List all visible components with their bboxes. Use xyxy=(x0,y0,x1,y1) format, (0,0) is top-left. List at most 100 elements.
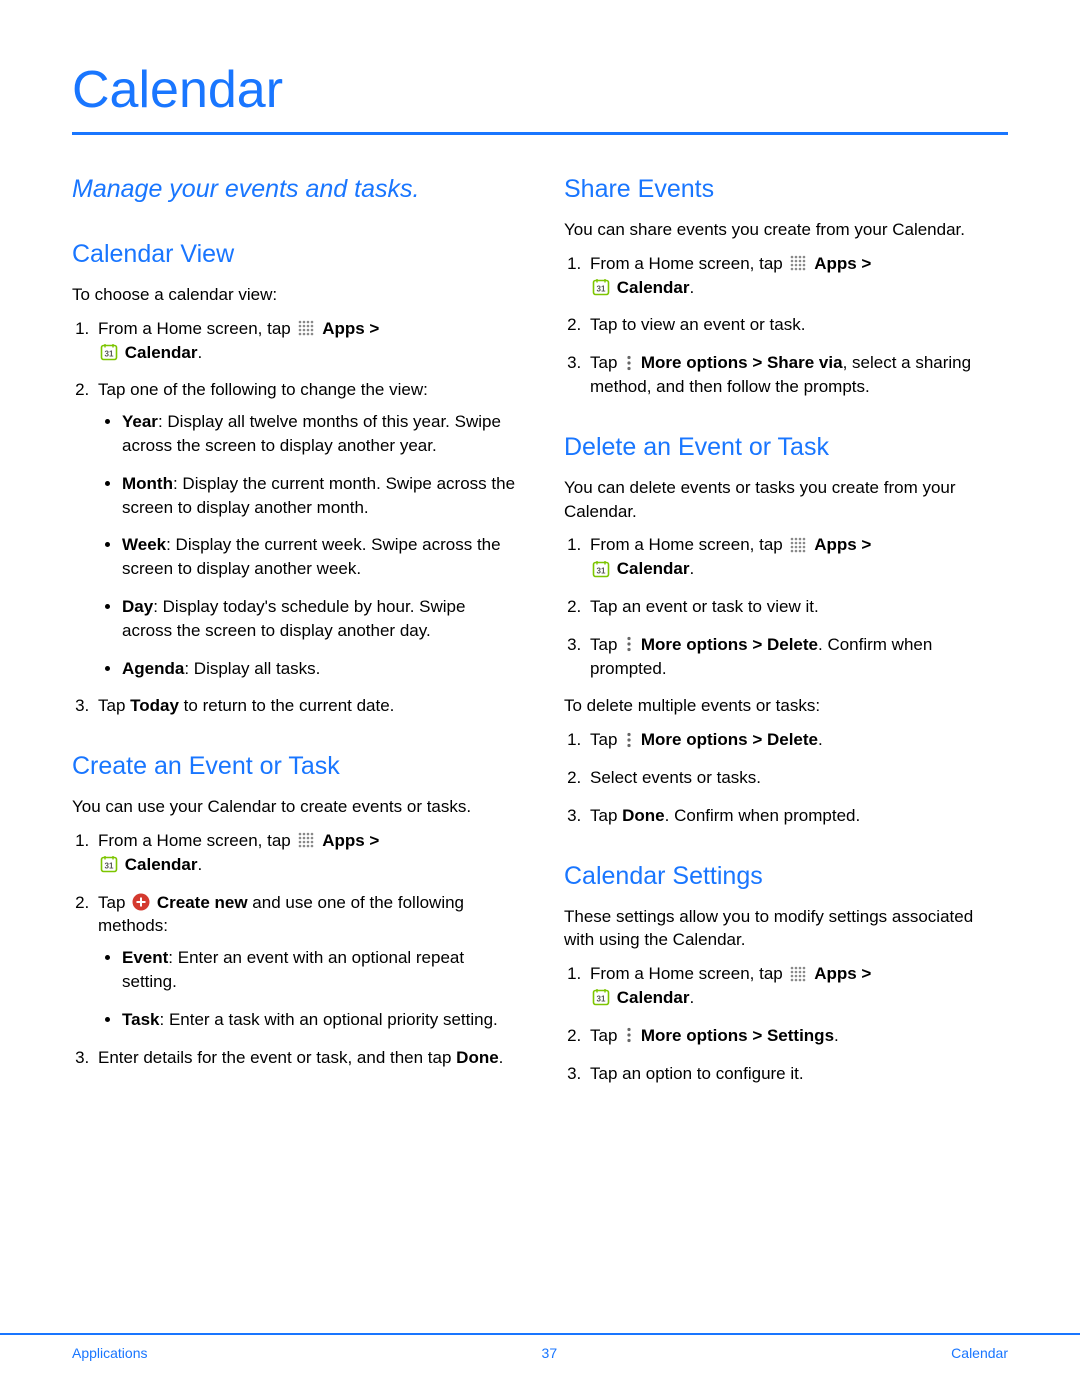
step: Tap to view an event or task. xyxy=(586,313,1008,337)
step: Tap Done. Confirm when prompted. xyxy=(586,804,1008,828)
text: : Display all twelve months of this year… xyxy=(122,412,501,455)
step: Tap More options > Delete. Confirm when … xyxy=(586,633,1008,681)
list-item: Year: Display all twelve months of this … xyxy=(122,410,516,458)
label: Apps xyxy=(814,535,857,554)
label: More options > Settings xyxy=(641,1026,834,1045)
label: Calendar xyxy=(617,988,690,1007)
list-item: Event: Enter an event with an optional r… xyxy=(122,946,516,994)
step: Tap More options > Settings. xyxy=(586,1024,1008,1048)
label: Year xyxy=(122,412,158,431)
label: Calendar xyxy=(125,343,198,362)
text: Tap xyxy=(590,806,622,825)
paragraph: You can share events you create from you… xyxy=(564,218,1008,242)
text: Tap xyxy=(590,730,622,749)
plus-icon xyxy=(132,893,150,911)
text: Tap xyxy=(590,1026,622,1045)
label: Apps xyxy=(814,964,857,983)
more-options-icon xyxy=(624,731,634,749)
label: Task xyxy=(122,1010,160,1029)
paragraph: To delete multiple events or tasks: xyxy=(564,694,1008,718)
text: to return to the current date. xyxy=(179,696,394,715)
calendar-icon xyxy=(100,855,118,873)
footer-right: Calendar xyxy=(951,1345,1008,1361)
step: Tap Today to return to the current date. xyxy=(94,694,516,718)
text: From a Home screen, tap xyxy=(590,964,787,983)
more-options-icon xyxy=(624,1026,634,1044)
section-heading-share: Share Events xyxy=(564,175,1008,204)
step: Select events or tasks. xyxy=(586,766,1008,790)
label: Apps xyxy=(322,319,365,338)
more-options-icon xyxy=(624,354,634,372)
bullet-list: Event: Enter an event with an optional r… xyxy=(98,946,516,1031)
text: : Display today's schedule by hour. Swip… xyxy=(122,597,465,640)
text: > xyxy=(365,831,380,850)
step: Tap Create new and use one of the follow… xyxy=(94,891,516,1032)
apps-icon xyxy=(789,965,807,983)
text: Tap xyxy=(590,635,622,654)
label: Apps xyxy=(814,254,857,273)
section-heading-create: Create an Event or Task xyxy=(72,752,516,781)
step: Enter details for the event or task, and… xyxy=(94,1046,516,1070)
content-columns: Manage your events and tasks. Calendar V… xyxy=(72,175,1008,1099)
paragraph: These settings allow you to modify setti… xyxy=(564,905,1008,953)
step: From a Home screen, tap Apps > Calendar. xyxy=(586,533,1008,581)
page-title: Calendar xyxy=(72,60,1008,120)
step: Tap an option to configure it. xyxy=(586,1062,1008,1086)
text: . Confirm when prompted. xyxy=(665,806,861,825)
list-item: Month: Display the current month. Swipe … xyxy=(122,472,516,520)
label: Agenda xyxy=(122,659,184,678)
list-item: Task: Enter a task with an optional prio… xyxy=(122,1008,516,1032)
text: Tap one of the following to change the v… xyxy=(98,380,428,399)
label: Day xyxy=(122,597,153,616)
step: From a Home screen, tap Apps > Calendar. xyxy=(586,962,1008,1010)
left-column: Manage your events and tasks. Calendar V… xyxy=(72,175,516,1099)
title-rule xyxy=(72,132,1008,135)
text: > xyxy=(857,535,872,554)
paragraph: You can delete events or tasks you creat… xyxy=(564,476,1008,524)
label: More options > Delete xyxy=(641,635,818,654)
footer-left: Applications xyxy=(72,1345,148,1361)
text: From a Home screen, tap xyxy=(98,319,295,338)
text: . xyxy=(689,559,694,578)
apps-icon xyxy=(789,254,807,272)
calendar-icon xyxy=(592,278,610,296)
text: . xyxy=(197,855,202,874)
section-heading-view: Calendar View xyxy=(72,240,516,269)
steps-list: From a Home screen, tap Apps > Calendar.… xyxy=(564,962,1008,1085)
text: : Display the current month. Swipe acros… xyxy=(122,474,515,517)
page-subtitle: Manage your events and tasks. xyxy=(72,175,516,204)
label: Done xyxy=(622,806,665,825)
steps-list: Tap More options > Delete. Select events… xyxy=(564,728,1008,827)
apps-icon xyxy=(789,536,807,554)
calendar-icon xyxy=(592,560,610,578)
footer-page-number: 37 xyxy=(542,1345,558,1361)
step: From a Home screen, tap Apps > Calendar. xyxy=(94,829,516,877)
label: Apps xyxy=(322,831,365,850)
more-options-icon xyxy=(624,635,634,653)
text: : Display all tasks. xyxy=(184,659,320,678)
text: . xyxy=(499,1048,504,1067)
text: : Enter an event with an optional repeat… xyxy=(122,948,464,991)
text: > xyxy=(365,319,380,338)
calendar-icon xyxy=(100,343,118,361)
text: From a Home screen, tap xyxy=(98,831,295,850)
label: Today xyxy=(130,696,179,715)
calendar-icon xyxy=(592,988,610,1006)
section-heading-delete: Delete an Event or Task xyxy=(564,433,1008,462)
list-item: Day: Display today's schedule by hour. S… xyxy=(122,595,516,643)
label: Calendar xyxy=(617,278,690,297)
step: From a Home screen, tap Apps > Calendar. xyxy=(586,252,1008,300)
text: Enter details for the event or task, and… xyxy=(98,1048,456,1067)
label: Done xyxy=(456,1048,499,1067)
text: . xyxy=(818,730,823,749)
section-heading-settings: Calendar Settings xyxy=(564,862,1008,891)
text: > xyxy=(857,964,872,983)
paragraph: To choose a calendar view: xyxy=(72,283,516,307)
list-item: Week: Display the current week. Swipe ac… xyxy=(122,533,516,581)
text: From a Home screen, tap xyxy=(590,254,787,273)
right-column: Share Events You can share events you cr… xyxy=(564,175,1008,1099)
text: From a Home screen, tap xyxy=(590,535,787,554)
step: Tap one of the following to change the v… xyxy=(94,378,516,680)
label: Month xyxy=(122,474,173,493)
label: Calendar xyxy=(125,855,198,874)
